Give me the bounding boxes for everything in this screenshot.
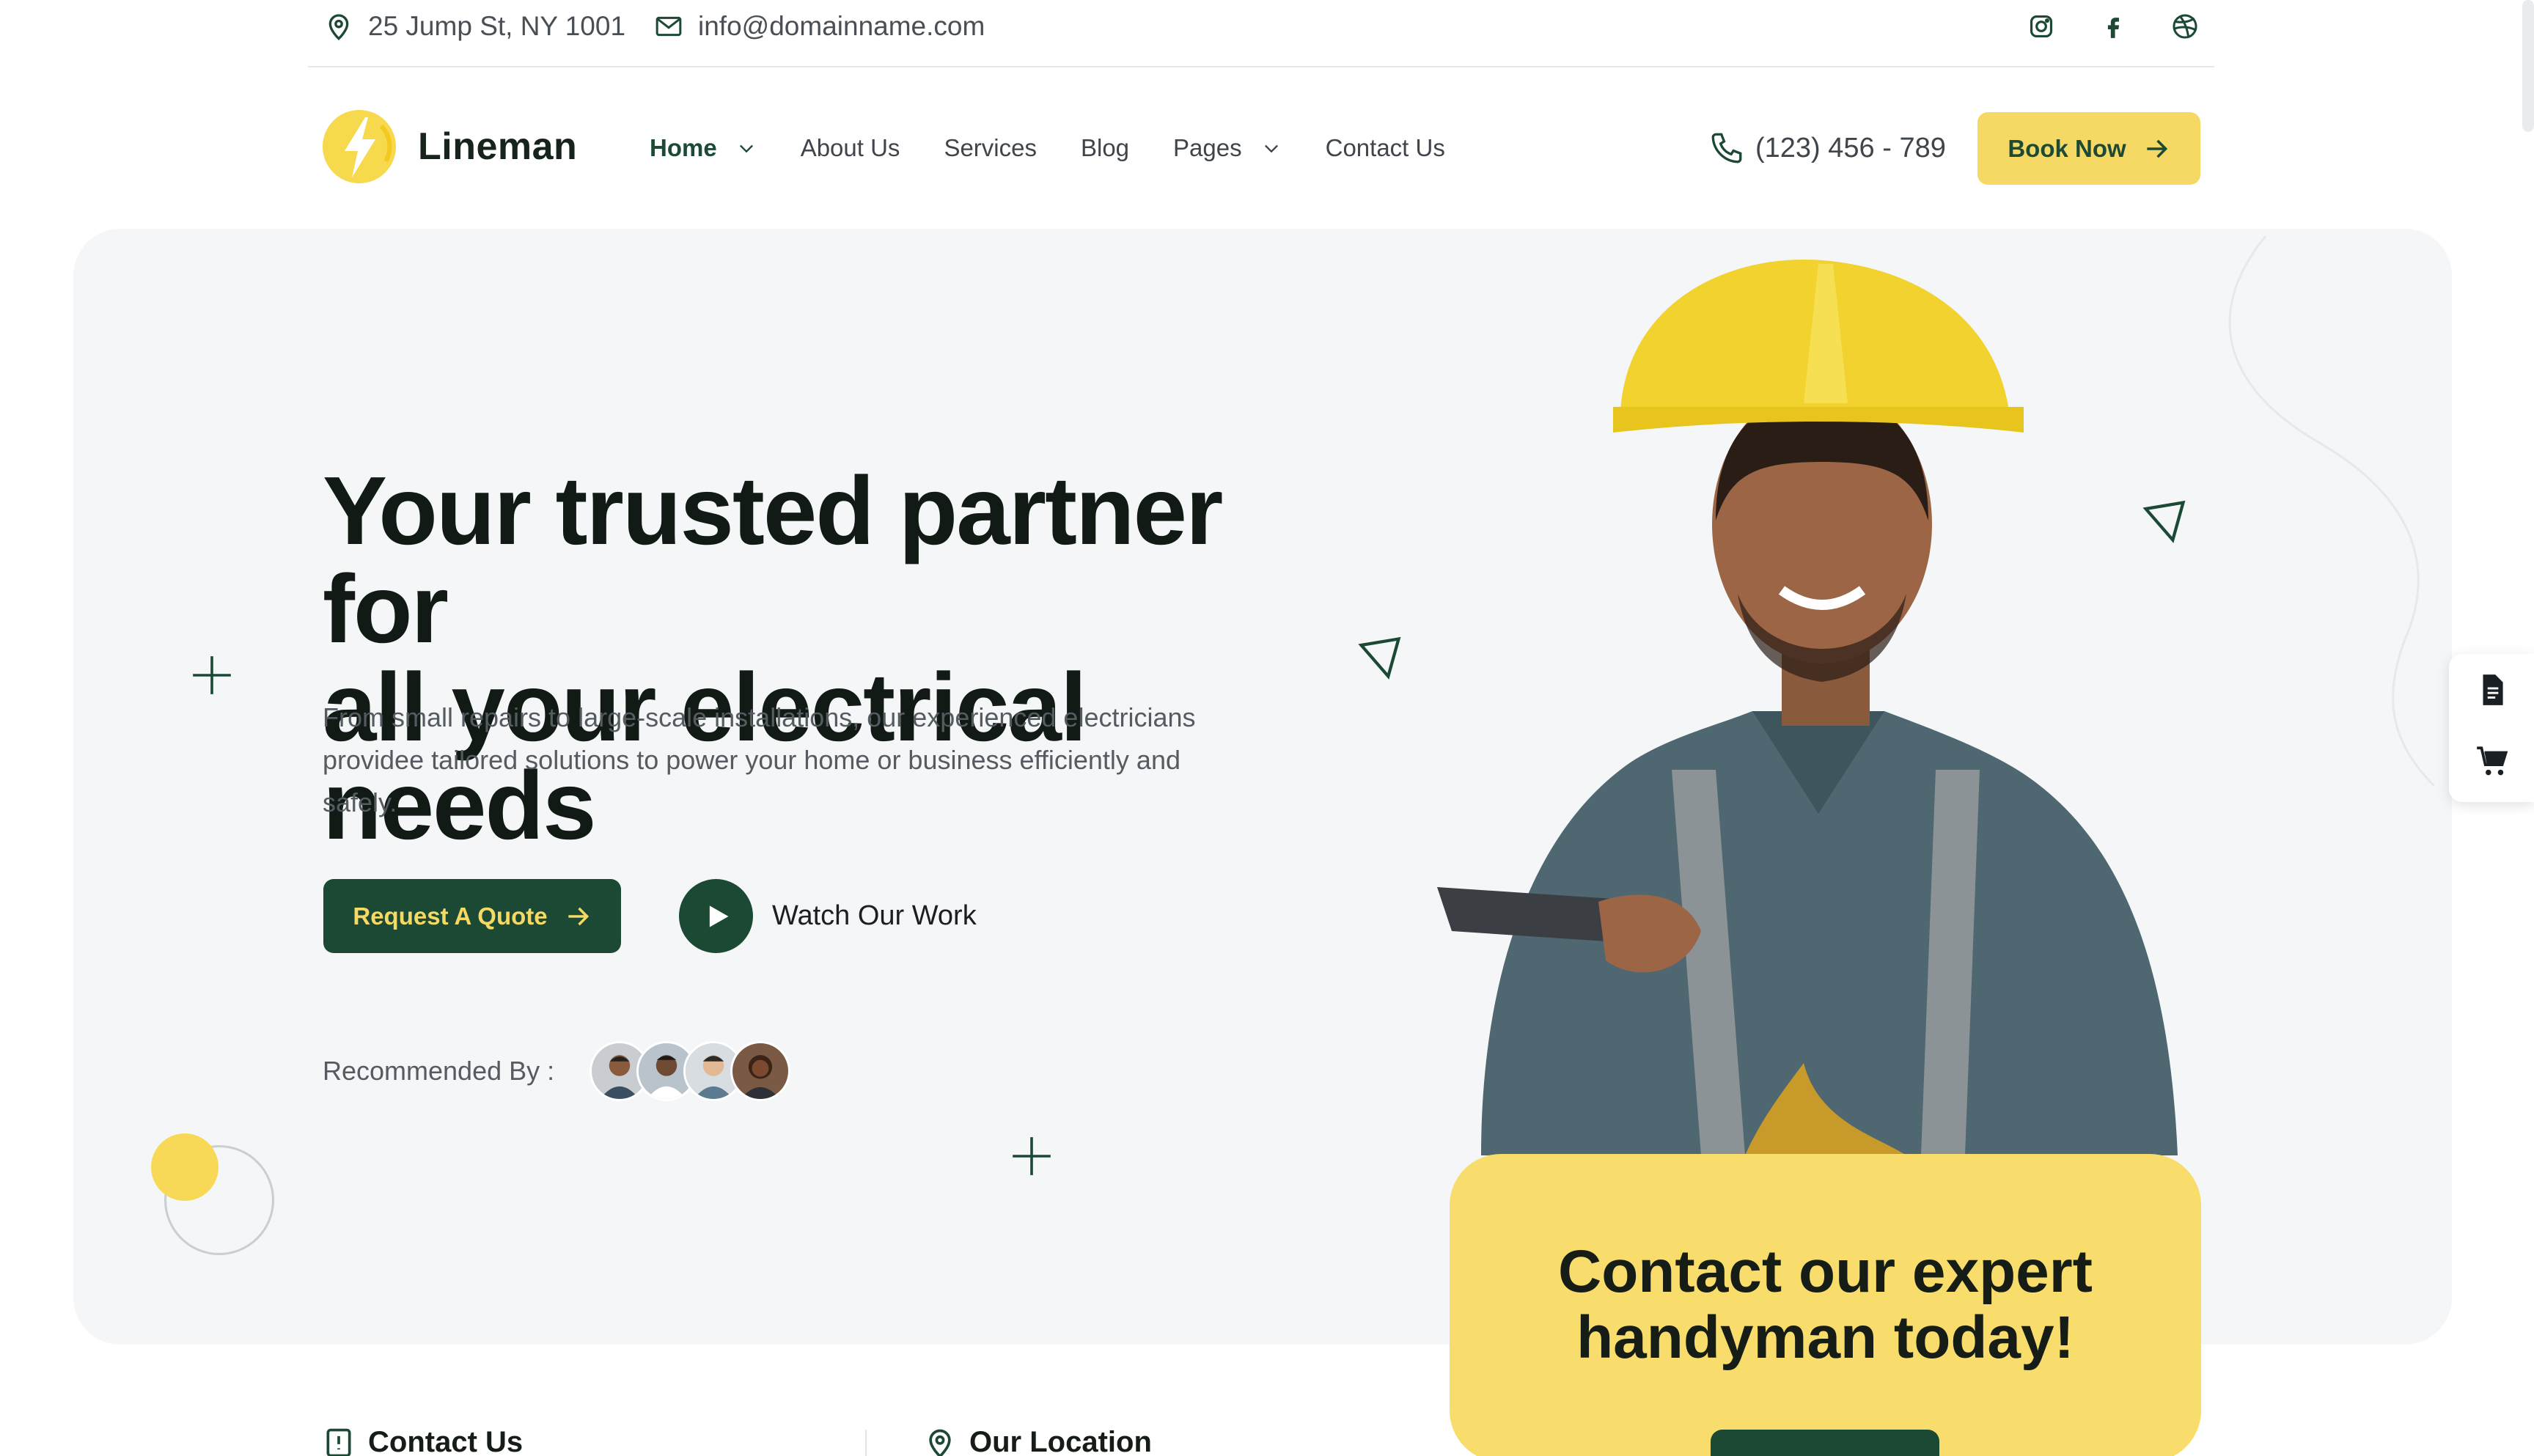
contact-card-icon	[326, 1428, 351, 1456]
plus-decoration-icon	[1013, 1137, 1051, 1175]
nav-label: Contact Us	[1325, 134, 1445, 161]
top-bar: 25 Jump St, NY 1001 info@domainname.com	[308, 0, 2214, 67]
arrow-right-icon	[568, 907, 589, 925]
nav-item-pages[interactable]: Pages	[1173, 134, 1282, 162]
arrow-right-icon	[2146, 139, 2167, 158]
map-pin-icon	[328, 14, 349, 40]
nav-label: Blog	[1080, 134, 1130, 161]
request-quote-label: Request A Quote	[353, 902, 548, 930]
recommended-avatars	[590, 1041, 790, 1101]
phone-icon	[1711, 133, 1742, 163]
book-now-button[interactable]: Book Now	[1977, 112, 2200, 185]
email-text[interactable]: info@domainname.com	[698, 11, 985, 42]
phone-number: (123) 456 - 789	[1755, 132, 1946, 163]
our-location-label: Our Location	[969, 1426, 1152, 1456]
lightning-logo-icon	[323, 110, 396, 183]
cta-title-line: Contact our expert	[1558, 1238, 2093, 1305]
main-nav: Home About Us Services Blog Pages Contac…	[650, 126, 1489, 170]
nav-label: Services	[944, 134, 1037, 161]
nav-item-home[interactable]: Home	[650, 134, 757, 162]
electrician-image	[1437, 260, 2178, 1155]
avatar	[730, 1041, 790, 1101]
dribbble-icon[interactable]	[2169, 10, 2201, 43]
recommended-label: Recommended By :	[323, 1056, 555, 1086]
nav-label: Pages	[1173, 134, 1242, 161]
chevron-down-icon	[1264, 144, 1278, 153]
map-pin-icon	[929, 1429, 951, 1456]
floating-side-toolbar	[2449, 654, 2534, 802]
watch-label: Watch Our Work	[772, 900, 977, 931]
cta-title-line: handyman today!	[1576, 1304, 2074, 1371]
plus-decoration-icon	[193, 656, 231, 694]
scrollbar[interactable]	[2522, 0, 2534, 132]
mail-icon	[655, 16, 682, 37]
phone-contact[interactable]: (123) 456 - 789	[1708, 126, 1946, 170]
cart-icon[interactable]	[2474, 743, 2511, 780]
email-item[interactable]: info@domainname.com	[654, 0, 985, 53]
hero-title-line: Your trusted partner for	[323, 457, 1223, 663]
book-now-label: Book Now	[2008, 134, 2126, 162]
watch-our-work-button[interactable]: Watch Our Work	[679, 879, 977, 953]
logo[interactable]: Lineman	[323, 110, 577, 183]
nav-label: About Us	[800, 134, 900, 161]
yellow-dot-decoration	[151, 1133, 218, 1201]
decorative-curve	[2228, 235, 2436, 786]
chevron-down-icon	[739, 144, 753, 153]
request-quote-button[interactable]: Request A Quote	[323, 879, 621, 953]
facebook-icon[interactable]	[2097, 10, 2129, 43]
document-icon[interactable]	[2474, 672, 2511, 708]
contact-us-label: Contact Us	[368, 1426, 524, 1456]
hero-description: From small repairs to large-scale instal…	[323, 702, 1196, 817]
divider	[865, 1430, 867, 1456]
contact-expert-title: Contact our expert handyman today!	[1450, 1239, 2201, 1371]
nav-item-services[interactable]: Services	[944, 134, 1037, 162]
our-location-heading: Our Location	[924, 1426, 1152, 1456]
nav-item-blog[interactable]: Blog	[1081, 134, 1129, 162]
contact-expert-button[interactable]	[1711, 1430, 1939, 1456]
instagram-icon[interactable]	[2025, 10, 2057, 43]
triangle-decoration-icon	[1358, 636, 1401, 680]
address-item: 25 Jump St, NY 1001	[324, 0, 625, 53]
address-text: 25 Jump St, NY 1001	[368, 11, 626, 41]
nav-item-contact-us[interactable]: Contact Us	[1326, 134, 1445, 162]
contact-us-heading: Contact Us	[323, 1426, 523, 1456]
nav-item-about-us[interactable]: About Us	[801, 134, 900, 162]
play-icon[interactable]	[679, 879, 753, 953]
nav-label: Home	[650, 134, 717, 161]
logo-text: Lineman	[418, 125, 578, 168]
